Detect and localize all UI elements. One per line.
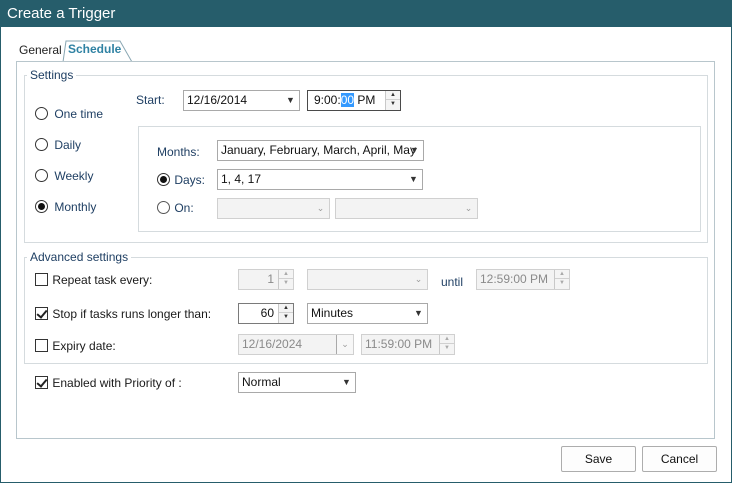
stop-unit-value: Minutes <box>311 306 354 320</box>
radio-one-time[interactable]: One time <box>35 107 104 123</box>
days-value: 1, 4, 17 <box>221 172 262 186</box>
months-value: January, February, March, April, May <box>221 143 416 157</box>
tab-general-label: General <box>19 43 62 57</box>
checkbox-icon <box>35 339 48 352</box>
expiry-time-value: 11:59:00 PM <box>365 337 433 351</box>
stop-unit-select[interactable]: Minutes ▼ <box>307 303 428 324</box>
spin-up-icon[interactable]: ▲ <box>279 304 293 313</box>
chevron-down-icon[interactable]: ⌄ <box>410 270 427 289</box>
checkbox-checked-icon <box>35 376 48 389</box>
enabled-priority-checkbox[interactable]: Enabled with Priority of : <box>35 376 182 392</box>
cancel-button[interactable]: Cancel <box>642 446 717 472</box>
priority-select[interactable]: Normal ▼ <box>238 372 356 393</box>
spin-down-icon[interactable]: ▼ <box>386 100 400 109</box>
window-title: Create a Trigger <box>7 5 116 22</box>
stop-duration-value: 60 <box>260 306 274 320</box>
stop-duration-stepper[interactable]: 60 ▲ ▼ <box>238 303 294 324</box>
until-time-value: 12:59:00 PM <box>480 272 549 286</box>
on-week-select[interactable]: ⌄ <box>217 198 330 219</box>
advanced-settings-legend: Advanced settings <box>27 250 132 264</box>
stop-if-long-label: Stop if tasks runs longer than: <box>52 307 212 321</box>
radio-daily-label: Daily <box>54 138 82 152</box>
enabled-priority-label: Enabled with Priority of : <box>52 376 182 390</box>
stop-if-long-checkbox[interactable]: Stop if tasks runs longer than: <box>35 307 212 323</box>
radio-button-icon <box>35 169 48 182</box>
tab-schedule[interactable]: Schedule <box>62 39 133 63</box>
chevron-down-icon[interactable]: ▼ <box>338 373 355 392</box>
repeat-unit-select[interactable]: ⌄ <box>307 269 428 290</box>
time-spinner[interactable]: ▲ ▼ <box>385 91 400 110</box>
spin-up-icon[interactable]: ▲ <box>440 335 454 344</box>
tab-general[interactable]: General <box>19 43 62 57</box>
radio-on[interactable]: On: <box>157 201 194 217</box>
expiry-date-picker[interactable]: 12/16/2024 ⌄ <box>238 334 354 355</box>
priority-value: Normal <box>242 375 281 389</box>
repeat-spinner[interactable]: ▲ ▼ <box>278 270 293 289</box>
radio-daily[interactable]: Daily <box>35 138 82 154</box>
expiry-date-checkbox[interactable]: Expiry date: <box>35 339 116 355</box>
radio-monthly[interactable]: Monthly <box>35 200 97 216</box>
on-label: On: <box>174 201 194 215</box>
spin-up-icon[interactable]: ▲ <box>386 91 400 100</box>
chevron-down-icon[interactable]: ▼ <box>410 304 427 323</box>
start-date-value: 12/16/2014 <box>187 93 248 107</box>
spin-up-icon[interactable]: ▲ <box>279 270 293 279</box>
expiry-date-value: 12/16/2024 <box>242 337 303 351</box>
chevron-down-icon[interactable]: ⌄ <box>460 199 477 218</box>
chevron-down-icon[interactable]: ▼ <box>405 170 422 189</box>
chevron-down-icon[interactable]: ▼ <box>282 91 299 110</box>
checkbox-icon <box>35 273 48 286</box>
repeat-interval-value: 1 <box>267 272 274 286</box>
on-weekday-select[interactable]: ⌄ <box>335 198 478 219</box>
chevron-down-icon[interactable]: ▼ <box>406 141 423 160</box>
until-spinner[interactable]: ▲ ▼ <box>554 270 569 289</box>
start-label: Start: <box>136 93 165 107</box>
checkbox-checked-icon <box>35 307 48 320</box>
months-label: Months: <box>157 145 200 159</box>
radio-weekly[interactable]: Weekly <box>35 169 94 185</box>
start-time-hours: 9:00: <box>314 93 341 107</box>
chevron-down-icon[interactable]: ⌄ <box>336 335 353 354</box>
until-label: until <box>441 275 464 289</box>
start-time-picker[interactable]: 9:00:00 PM ▲ ▼ <box>307 90 401 111</box>
expiry-spinner[interactable]: ▲ ▼ <box>439 335 454 354</box>
start-time-selected-field[interactable]: 00 <box>340 93 355 107</box>
stop-spinner[interactable]: ▲ ▼ <box>278 304 293 323</box>
repeat-task-label: Repeat task every: <box>52 273 153 287</box>
spin-down-icon[interactable]: ▼ <box>555 279 569 288</box>
radio-one-time-label: One time <box>54 107 104 121</box>
radio-button-icon <box>35 107 48 120</box>
title-bar: Create a Trigger <box>0 0 732 27</box>
radio-button-icon <box>35 138 48 151</box>
spin-down-icon[interactable]: ▼ <box>279 313 293 322</box>
radio-selected-icon <box>157 173 170 186</box>
save-button[interactable]: Save <box>561 446 636 472</box>
spin-down-icon[interactable]: ▼ <box>440 344 454 353</box>
spin-up-icon[interactable]: ▲ <box>555 270 569 279</box>
radio-button-icon <box>157 201 170 214</box>
tab-schedule-label: Schedule <box>68 42 122 56</box>
radio-weekly-label: Weekly <box>54 169 94 183</box>
chevron-down-icon[interactable]: ⌄ <box>312 199 329 218</box>
settings-legend: Settings <box>27 68 77 82</box>
radio-selected-icon <box>35 200 48 213</box>
start-time-ampm: PM <box>354 93 376 107</box>
radio-days[interactable]: Days: <box>157 173 206 189</box>
repeat-interval-stepper[interactable]: 1 ▲ ▼ <box>238 269 294 290</box>
months-select[interactable]: January, February, March, April, May ▼ <box>217 140 424 161</box>
spin-down-icon[interactable]: ▼ <box>279 279 293 288</box>
expiry-time-picker[interactable]: 11:59:00 PM ▲ ▼ <box>361 334 455 355</box>
start-date-picker[interactable]: 12/16/2014 ▼ <box>183 90 300 111</box>
repeat-task-checkbox[interactable]: Repeat task every: <box>35 273 153 289</box>
radio-monthly-label: Monthly <box>54 200 97 214</box>
days-label: Days: <box>174 173 206 187</box>
expiry-date-label: Expiry date: <box>52 339 116 353</box>
days-select[interactable]: 1, 4, 17 ▼ <box>217 169 423 190</box>
until-time-picker[interactable]: 12:59:00 PM ▲ ▼ <box>476 269 570 290</box>
